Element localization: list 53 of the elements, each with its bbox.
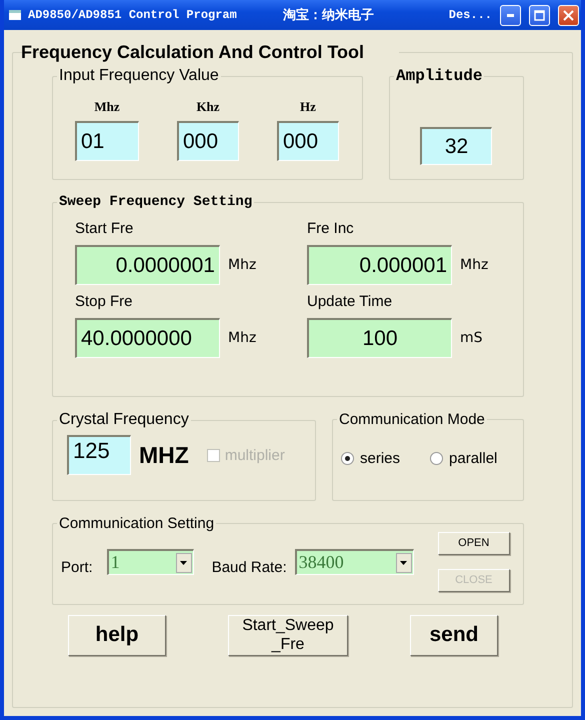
port-dropdown[interactable]: 1 bbox=[106, 549, 194, 575]
group-title: Sweep Frequency Setting bbox=[58, 194, 254, 210]
field-label: Fre Inc bbox=[307, 220, 355, 237]
close-button[interactable] bbox=[558, 4, 579, 26]
frequency-input[interactable]: 000 bbox=[177, 121, 239, 161]
sweep-input[interactable]: 100 bbox=[307, 318, 452, 358]
minimize-icon bbox=[506, 14, 514, 16]
sweep-input[interactable]: 40.0000000 bbox=[75, 318, 220, 358]
port-label: Port: bbox=[61, 558, 93, 576]
sweep-input[interactable]: 0.0000001 bbox=[75, 245, 220, 285]
group-title: Amplitude bbox=[395, 67, 484, 85]
start-sweep-button[interactable]: Start_Sweep _Fre bbox=[228, 615, 348, 656]
send-button[interactable]: send bbox=[410, 615, 498, 656]
group-title: Communication Mode bbox=[338, 411, 486, 428]
unit-label: Mhz bbox=[94, 99, 120, 115]
help-button[interactable]: help bbox=[68, 615, 166, 656]
minimize-button[interactable] bbox=[500, 4, 521, 26]
sweep-input[interactable]: 0.000001 bbox=[307, 245, 452, 285]
dropdown-arrow-icon bbox=[180, 560, 188, 564]
window-subtitle: 淘宝：纳米电子 bbox=[282, 6, 374, 24]
close-icon bbox=[563, 10, 574, 20]
unit-label: Hz bbox=[300, 99, 316, 115]
field-label: Update Time bbox=[307, 293, 394, 310]
radio-button[interactable] bbox=[430, 452, 444, 465]
unit-label: Mhz bbox=[460, 257, 488, 273]
unit-label: Mhz bbox=[228, 330, 256, 346]
maximize-button[interactable] bbox=[529, 4, 550, 26]
group-title: Frequency Calculation And Control Tool bbox=[20, 42, 366, 63]
amplitude-input[interactable]: 32 bbox=[420, 127, 492, 165]
unit-label: MHZ bbox=[139, 442, 189, 468]
app-icon bbox=[8, 9, 22, 21]
group-title: Crystal Frequency bbox=[58, 411, 190, 429]
baud-rate-label: Baud Rate: bbox=[212, 558, 287, 576]
field-label: Stop Fre bbox=[75, 293, 134, 310]
baud-rate-dropdown[interactable]: 38400 bbox=[294, 549, 414, 575]
unit-label: Khz bbox=[196, 99, 220, 115]
checkbox-label: multiplier bbox=[224, 446, 285, 464]
unit-label: mS bbox=[460, 330, 483, 346]
frequency-input[interactable]: 01 bbox=[75, 121, 139, 161]
crystal-input[interactable]: 125 bbox=[67, 435, 131, 475]
unit-label: Mhz bbox=[228, 257, 256, 273]
radio-label: series bbox=[360, 450, 400, 467]
group-title: Input Frequency Value bbox=[58, 67, 220, 85]
window-title-extra: Des... bbox=[448, 8, 492, 22]
window-title: AD9850/AD9851 Control Program bbox=[28, 8, 237, 22]
maximize-icon bbox=[534, 10, 545, 20]
group-title: Communication Setting bbox=[58, 515, 216, 532]
radio-button[interactable] bbox=[341, 452, 354, 465]
field-label: Start Fre bbox=[75, 220, 134, 237]
radio-label: parallel bbox=[449, 450, 498, 467]
open-button[interactable]: OPEN bbox=[438, 532, 510, 555]
dropdown-arrow-icon bbox=[400, 560, 408, 564]
frequency-input[interactable]: 000 bbox=[277, 121, 339, 161]
